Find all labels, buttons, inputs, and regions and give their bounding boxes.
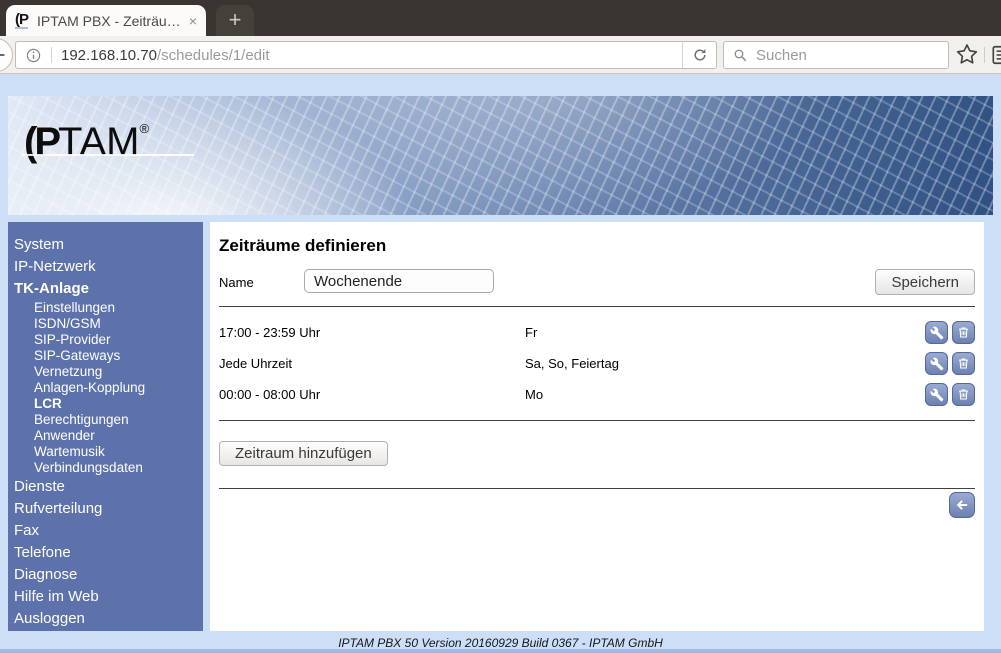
back-arrow-icon — [0, 54, 5, 56]
wrench-icon — [930, 326, 943, 339]
time-range-row: 17:00 - 23:59 Uhr Fr — [219, 317, 975, 348]
delete-button[interactable] — [952, 383, 975, 406]
time-range-value: Jede Uhrzeit — [219, 356, 292, 371]
sidebar-item[interactable]: Diagnose — [8, 564, 203, 586]
sidebar-item[interactable]: Fax — [8, 520, 203, 542]
sidebar-item[interactable]: Berechtigungen — [8, 412, 203, 428]
reload-icon — [694, 49, 706, 61]
sidebar-item[interactable]: Anlagen-Kopplung — [8, 380, 203, 396]
back-button[interactable] — [0, 38, 13, 72]
tab-close-icon[interactable]: × — [189, 13, 197, 29]
bookmark-star-button[interactable] — [956, 43, 978, 70]
tab-bar: (P IPTAM PBX - Zeiträu… × + — [0, 0, 1001, 36]
schedule-name-input[interactable] — [304, 269, 494, 293]
sidebar-item[interactable]: Vernetzung — [8, 364, 203, 380]
search-icon — [734, 49, 747, 61]
tab-title: IPTAM PBX - Zeiträu… — [37, 12, 181, 29]
library-icon[interactable] — [990, 44, 1001, 71]
reload-button[interactable] — [682, 42, 716, 68]
url-divider — [51, 47, 52, 63]
url-bar[interactable]: 192.168.10.70 /schedules/1/edit — [15, 41, 717, 69]
time-range-value: 17:00 - 23:59 Uhr — [219, 325, 321, 340]
sidebar-item[interactable]: Rufverteilung — [8, 498, 203, 520]
separator — [219, 488, 975, 489]
days-value: Mo — [525, 387, 544, 402]
sidebar-item[interactable]: IP-Netzwerk — [8, 256, 203, 278]
delete-button[interactable] — [952, 321, 975, 344]
url-host: 192.168.10.70 — [61, 46, 157, 64]
name-label: Name — [219, 275, 254, 290]
main-panel: Zeiträume definieren Name Speichern 17:0… — [210, 222, 984, 631]
delete-button[interactable] — [952, 352, 975, 375]
edit-button[interactable] — [925, 321, 948, 344]
trash-icon — [959, 389, 968, 400]
sidebar-item[interactable]: System — [8, 234, 203, 256]
separator — [219, 306, 975, 307]
version-footer: IPTAM PBX 50 Version 20160929 Build 0367… — [338, 636, 663, 650]
site-info-icon[interactable] — [25, 47, 42, 64]
sidebar-navigation: System IP-Netzwerk TK-Anlage Einstellung… — [8, 222, 203, 631]
sidebar-item[interactable]: Dienste — [8, 476, 203, 498]
time-range-list: 17:00 - 23:59 Uhr Fr Jede Uhrzeit Sa, So… — [219, 317, 975, 410]
sidebar-item[interactable]: Hilfe im Web — [8, 586, 203, 608]
url-path: /schedules/1/edit — [156, 46, 270, 64]
star-icon — [956, 44, 978, 64]
browser-window: (P IPTAM PBX - Zeiträu… × + 192.168.10.7… — [0, 0, 1001, 653]
trash-icon — [959, 327, 968, 338]
days-value: Sa, So, Feiertag — [525, 356, 619, 371]
edit-button[interactable] — [925, 352, 948, 375]
time-range-value: 00:00 - 08:00 Uhr — [219, 387, 321, 402]
days-value: Fr — [525, 325, 538, 340]
sidebar-item[interactable]: Telefone — [8, 542, 203, 564]
iptam-favicon-icon: (P — [15, 11, 29, 29]
sidebar-item[interactable]: Einstellungen — [8, 300, 203, 316]
wrench-icon — [930, 357, 943, 370]
tab-active[interactable]: (P IPTAM PBX - Zeiträu… × — [6, 5, 206, 36]
iptam-banner: (PTAM® — [8, 96, 993, 215]
page-back-button[interactable] — [949, 492, 975, 518]
back-arrow-icon — [957, 500, 968, 510]
bottom-strip — [0, 649, 1001, 653]
add-time-range-button[interactable]: Zeitraum hinzufügen — [219, 441, 388, 466]
save-button[interactable]: Speichern — [875, 269, 975, 295]
toolbar-divider — [984, 47, 985, 63]
new-tab-button[interactable]: + — [216, 5, 254, 36]
logo-underline — [22, 154, 194, 156]
name-form-row: Name Speichern — [219, 269, 975, 296]
sidebar-item[interactable]: TK-Anlage — [8, 278, 203, 300]
search-bar[interactable] — [723, 41, 949, 69]
page-title: Zeiträume definieren — [219, 236, 387, 255]
edit-button[interactable] — [925, 383, 948, 406]
browser-toolbar: 192.168.10.70 /schedules/1/edit — [0, 36, 1001, 74]
time-range-row: 00:00 - 08:00 Uhr Mo — [219, 379, 975, 410]
sidebar-item[interactable]: SIP-Gateways — [8, 348, 203, 364]
sidebar-item[interactable]: Wartemusik — [8, 444, 203, 460]
wrench-icon — [930, 388, 943, 401]
sidebar-item[interactable]: Anwender — [8, 428, 203, 444]
time-range-row: Jede Uhrzeit Sa, So, Feiertag — [219, 348, 975, 379]
sidebar-item[interactable]: SIP-Provider — [8, 332, 203, 348]
separator — [219, 420, 975, 421]
sidebar-item[interactable]: Ausloggen — [8, 608, 203, 630]
sidebar-item[interactable]: ISDN/GSM — [8, 316, 203, 332]
page-content: (PTAM® System IP-Netzwerk TK-Anlage Eins… — [0, 74, 1001, 653]
search-input[interactable] — [756, 46, 948, 64]
trash-icon — [959, 358, 968, 369]
sidebar-item[interactable]: LCR — [8, 396, 203, 412]
sidebar-item[interactable]: Verbindungsdaten — [8, 460, 203, 476]
